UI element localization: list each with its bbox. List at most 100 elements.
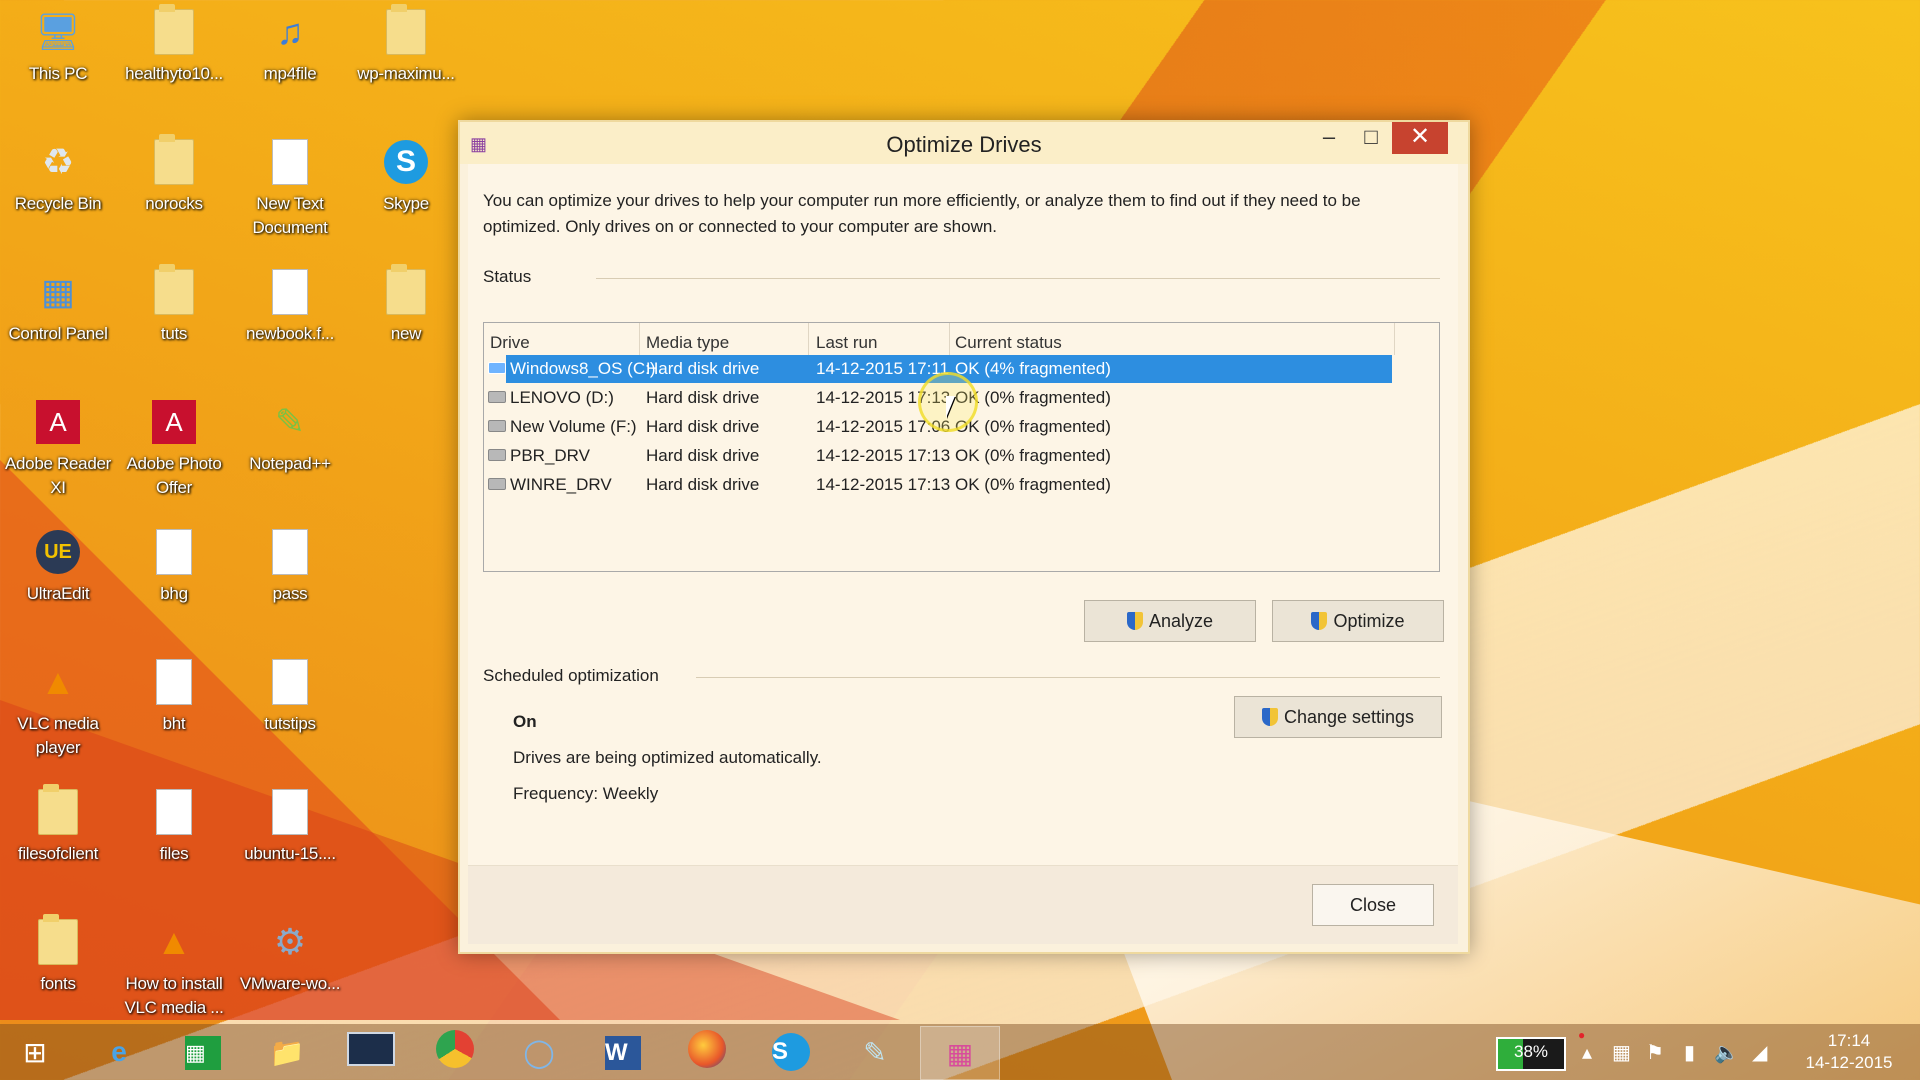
drive-name: WINRE_DRV xyxy=(510,475,612,494)
title-bar[interactable]: ▦ Optimize Drives – □ ✕ xyxy=(460,122,1468,164)
desktop-icon[interactable]: filesofclient xyxy=(2,784,114,866)
lenovo-icon xyxy=(347,1031,395,1073)
drive-last-run: 14-12-2015 17:13 xyxy=(816,475,951,494)
status-heading: Status xyxy=(483,267,532,286)
column-header-last-run[interactable]: Last run xyxy=(816,333,877,353)
desktop-icon[interactable]: ▲ VLC media player xyxy=(2,656,114,760)
power-icon[interactable]: ▮ xyxy=(1684,1040,1695,1065)
taskbar-app[interactable]: ◯ xyxy=(500,1026,578,1078)
drive-last-run: 14-12-2015 17:13 xyxy=(816,446,951,465)
divider xyxy=(696,677,1440,678)
desktop-icon[interactable]: A Adobe Reader XI xyxy=(2,396,114,500)
uac-shield-icon xyxy=(1311,612,1328,630)
desktop-icon[interactable]: ▲ How to install VLC media ... xyxy=(118,916,230,1020)
hard-drive-icon xyxy=(488,449,506,461)
optimize-button[interactable]: Optimize xyxy=(1272,600,1444,642)
drive-row[interactable]: WINRE_DRV Hard disk drive 14-12-2015 17:13… xyxy=(488,471,1392,499)
uac-shield-icon xyxy=(1261,708,1278,726)
close-window-button[interactable]: ✕ xyxy=(1392,122,1448,154)
drive-media-type: Hard disk drive xyxy=(646,388,760,407)
desktop-icon[interactable]: tutstips xyxy=(234,656,346,736)
desktop-icon-label: VMware-wo... xyxy=(239,974,341,993)
divider xyxy=(596,278,1440,279)
battery-indicator[interactable]: 38% xyxy=(1496,1037,1566,1071)
optimize-label: Optimize xyxy=(1333,610,1405,631)
column-header-media-type[interactable]: Media type xyxy=(646,333,729,353)
desktop-icon[interactable]: 🖥 This PC xyxy=(2,6,114,86)
desktop-icon[interactable]: newbook.f... xyxy=(234,266,346,346)
network-signal-icon[interactable]: ◢ xyxy=(1752,1040,1767,1065)
desktop-icon[interactable]: norocks xyxy=(118,134,230,216)
close-button[interactable]: Close xyxy=(1312,884,1434,926)
hard-drive-icon xyxy=(488,362,506,374)
taskbar-app[interactable]: e xyxy=(80,1026,158,1078)
taskbar-app[interactable]: ⊞ xyxy=(0,1026,74,1078)
change-settings-label: Change settings xyxy=(1283,706,1415,727)
taskbar-app[interactable] xyxy=(416,1026,494,1078)
taskbar-app[interactable]: 📁 xyxy=(248,1026,326,1078)
desktop-icon-label: tuts xyxy=(160,324,188,343)
desktop-icon[interactable]: ♻ Recycle Bin xyxy=(2,136,114,216)
desktop-icon-label: norocks xyxy=(145,194,203,213)
desktop-icon[interactable]: S Skype xyxy=(350,136,462,216)
desktop-icon[interactable]: wp-maximu... xyxy=(350,4,462,86)
desktop-icon-label: UltraEdit xyxy=(26,584,90,603)
desktop-icon-label: files xyxy=(159,844,189,863)
taskbar-app[interactable] xyxy=(332,1026,410,1078)
desktop-icon[interactable]: bhg xyxy=(118,526,230,606)
drive-status: OK (0% fragmented) xyxy=(955,475,1111,494)
desktop-icon[interactable]: UE UltraEdit xyxy=(2,526,114,606)
action-center-flag-icon[interactable]: ⚑ xyxy=(1646,1040,1664,1065)
desktop-icon[interactable]: ubuntu-15.... xyxy=(234,786,346,866)
desktop-icon[interactable]: New Text Document xyxy=(234,136,346,240)
desktop-icon[interactable]: ⚙ VMware-wo... xyxy=(234,916,346,996)
desktop-icon[interactable]: bht xyxy=(118,656,230,736)
clock-time: 17:14 xyxy=(1827,1031,1871,1050)
desktop-icon[interactable]: ✎ Notepad++ xyxy=(234,396,346,476)
intro-text: You can optimize your drives to help you… xyxy=(483,191,1361,236)
column-header-current-status[interactable]: Current status xyxy=(955,333,1062,353)
taskbar-app[interactable]: W xyxy=(584,1026,662,1078)
desktop-icon[interactable]: tuts xyxy=(118,264,230,346)
change-settings-button[interactable]: Change settings xyxy=(1234,696,1442,738)
maximize-button[interactable]: □ xyxy=(1346,122,1396,154)
volume-icon[interactable]: 🔈 xyxy=(1714,1040,1739,1065)
drive-list[interactable]: Drive Media type Last run Current status… xyxy=(483,322,1440,572)
column-header-drive[interactable]: Drive xyxy=(490,333,530,353)
notepad-icon: ✎ xyxy=(863,1036,887,1068)
desktop-icon-label: wp-maximu... xyxy=(357,64,455,83)
desktop-icon-label: This PC xyxy=(28,64,88,83)
folder-icon xyxy=(32,914,84,968)
desktop-icon[interactable]: fonts xyxy=(2,914,114,996)
drive-row[interactable]: PBR_DRV Hard disk drive 14-12-2015 17:13 OK… xyxy=(488,442,1392,470)
clock[interactable]: 17:14 14-12-2015 xyxy=(1790,1030,1908,1074)
taskbar-app[interactable]: ▦ xyxy=(164,1026,242,1078)
folder-icon xyxy=(148,264,200,318)
desktop-icon[interactable]: ▦ Control Panel xyxy=(2,266,114,346)
desktop-icon[interactable]: files xyxy=(118,786,230,866)
taskbar: ⊞ e ▦ 📁 ◯ W S ✎ ▦ ● 38% ▴ ▦ ⚑ ▮ 🔈 ◢ 17:14 14-12-… xyxy=(0,1024,1920,1080)
desktop-icon[interactable]: ♫ mp4file xyxy=(234,6,346,86)
desktop-icon[interactable]: A Adobe Photo Offer xyxy=(118,396,230,500)
desktop-icon[interactable]: new xyxy=(350,264,462,346)
file-icon xyxy=(264,656,316,708)
uac-shield-icon xyxy=(1126,612,1143,630)
analyze-button[interactable]: Analyze xyxy=(1084,600,1256,642)
taskbar-app[interactable]: ✎ xyxy=(836,1026,914,1078)
media-file-icon: ♫ xyxy=(276,11,304,52)
taskbar-app[interactable] xyxy=(668,1026,746,1078)
taskbar-app[interactable]: ▦ xyxy=(920,1026,1000,1080)
taskbar-app[interactable]: S xyxy=(752,1026,830,1078)
window-content: You can optimize your drives to help you… xyxy=(468,164,1458,944)
desktop-icon-label: filesofclient xyxy=(17,844,99,863)
search-app-icon: ◯ xyxy=(523,1036,555,1068)
desktop-icon-label: Adobe Photo Offer xyxy=(126,454,222,497)
torrent-file-icon xyxy=(264,786,316,838)
show-hidden-icons-icon[interactable]: ▴ xyxy=(1582,1040,1592,1065)
word-icon: W xyxy=(605,1035,641,1070)
drive-media-type: Hard disk drive xyxy=(646,417,760,436)
desktop-icon[interactable]: pass xyxy=(234,526,346,606)
desktop-icon[interactable]: healthyto10... xyxy=(118,4,230,86)
windows-logo-icon[interactable]: ▦ xyxy=(1612,1040,1631,1065)
recycle-bin-icon: ♻ xyxy=(41,141,75,182)
